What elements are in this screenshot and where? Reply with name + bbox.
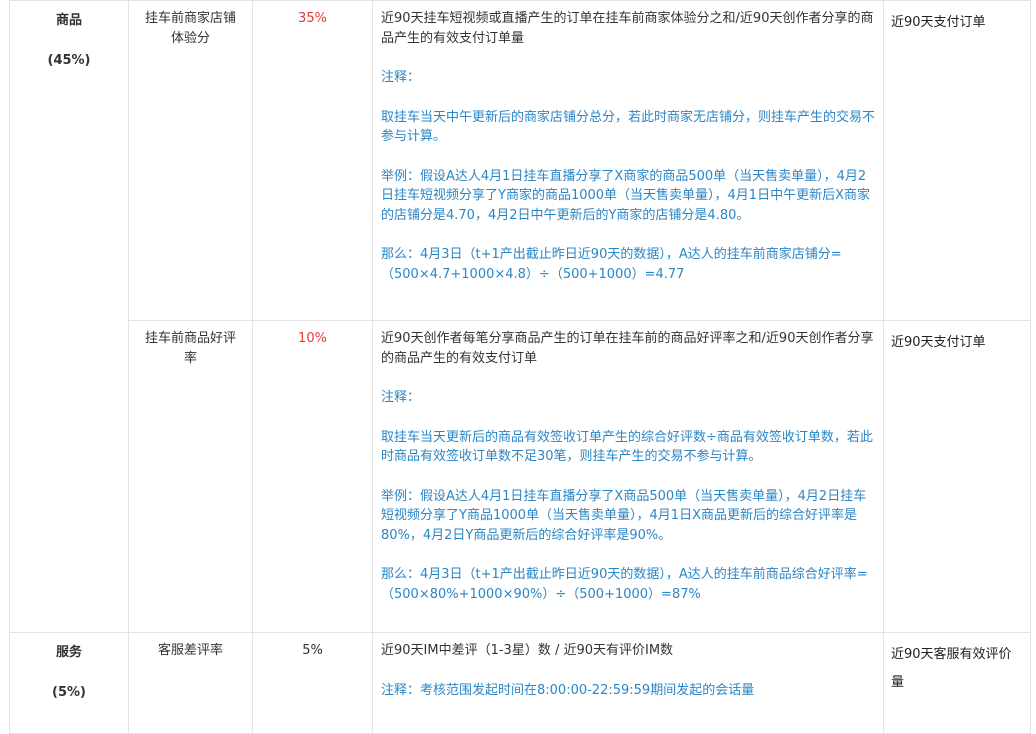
- indicator-description: 近90天创作者每笔分享商品产生的订单在挂车前的商品好评率之和/近90天创作者分享…: [372, 320, 884, 633]
- table-row: 挂车前商品好评率 10% 近90天创作者每笔分享商品产生的订单在挂车前的商品好评…: [10, 320, 1031, 633]
- example-text: 举例：假设A达人4月1日挂车直播分享了X商家的商品500单（当天售卖单量），4月…: [381, 168, 870, 223]
- formula-text: 近90天创作者每笔分享商品产生的订单在挂车前的商品好评率之和/近90天创作者分享…: [381, 331, 874, 366]
- calculation-basis: 近90天客服有效评价量: [883, 632, 1031, 734]
- note-label: 注释：: [381, 70, 421, 85]
- table-row: 服务 (5%) 客服差评率 5% 近90天IM中差评（1-3星）数 / 近90天…: [9, 632, 1031, 734]
- note-text: 取挂车当天更新后的商品有效签收订单产生的综合好评数÷商品有效签收订单数，若此时商…: [381, 429, 873, 465]
- indicator-name: 挂车前商家店铺体验分: [128, 0, 253, 321]
- formula-text: 近90天挂车短视频或直播产生的订单在挂车前商家体验分之和/近90天创作者分享的商…: [381, 11, 874, 46]
- category-weight: (5%): [52, 685, 86, 700]
- indicator-description: 近90天IM中差评（1-3星）数 / 近90天有评价IM数 注释：考核范围发起时…: [372, 632, 884, 734]
- note-label: 注释：: [381, 390, 421, 405]
- indicator-weight: 5%: [252, 632, 373, 734]
- category-name: 商品: [55, 13, 82, 28]
- indicator-name: 挂车前商品好评率: [128, 320, 253, 633]
- table-row: 商品 (45%) 挂车前商家店铺体验分 35% 近90天挂车短视频或直播产生的订…: [9, 0, 1031, 633]
- category-name: 服务: [55, 645, 82, 660]
- result-text: 那么：4月3日（t+1产出截止昨日近90天的数据），A达人的挂车前商家店铺分=（…: [381, 247, 842, 282]
- result-text: 那么：4月3日（t+1产出截止昨日近90天的数据），A达人的挂车前商品综合好评率…: [381, 567, 868, 602]
- formula-text: 近90天IM中差评（1-3星）数 / 近90天有评价IM数: [381, 643, 674, 658]
- indicator-description: 近90天挂车短视频或直播产生的订单在挂车前商家体验分之和/近90天创作者分享的商…: [372, 0, 884, 321]
- indicator-weight: 35%: [252, 0, 373, 321]
- indicator-weight: 10%: [252, 320, 373, 633]
- category-cell: 服务 (5%): [9, 632, 129, 734]
- note-text: 取挂车当天中午更新后的商家店铺分总分，若此时商家无店铺分，则挂车产生的交易不参与…: [381, 109, 876, 145]
- calculation-basis: 近90天支付订单: [883, 0, 1031, 321]
- indicator-name: 客服差评率: [128, 632, 253, 734]
- example-text: 举例：假设A达人4月1日挂车直播分享了X商品500单（当天售卖单量），4月2日挂…: [381, 488, 867, 543]
- calculation-basis: 近90天支付订单: [883, 320, 1031, 633]
- category-cell: 商品 (45%): [9, 0, 129, 633]
- metrics-table: 商品 (45%) 挂车前商家店铺体验分 35% 近90天挂车短视频或直播产生的订…: [9, 0, 1031, 734]
- note-text: 注释：考核范围发起时间在8:00:00-22:59:59期间发起的会话量: [381, 682, 755, 698]
- category-weight: (45%): [47, 53, 91, 68]
